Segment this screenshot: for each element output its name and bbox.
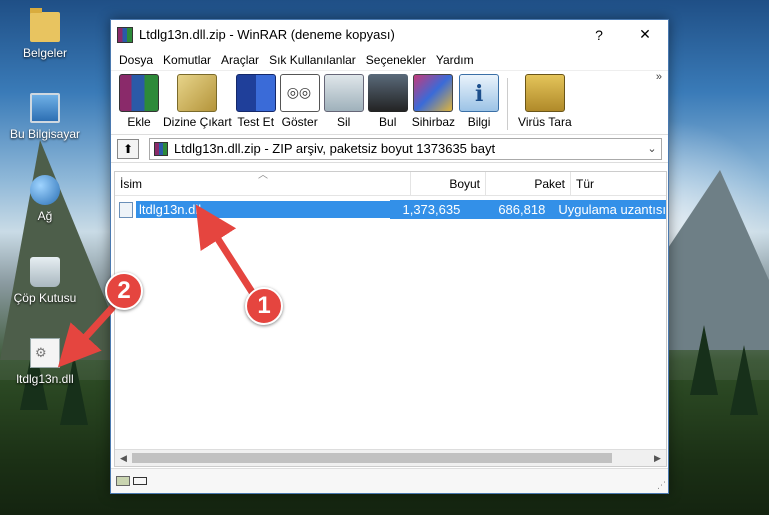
winrar-window: Ltdlg13n.dll.zip - WinRAR (deneme kopyas… <box>110 19 669 494</box>
virus-scan-icon <box>524 74 565 112</box>
view-button[interactable]: Göster <box>279 74 320 129</box>
desktop-icon-network[interactable]: Ağ <box>0 175 90 223</box>
info-button[interactable]: Bilgi <box>459 74 500 129</box>
folder-icon <box>30 8 60 42</box>
desktop-icon-label: Bu Bilgisayar <box>9 127 81 141</box>
menu-options[interactable]: Seçenekler <box>361 53 431 67</box>
extract-to-button[interactable]: Dizine Çıkart <box>163 74 232 129</box>
desktop-icon-recycle-bin[interactable]: Çöp Kutusu <box>0 257 90 305</box>
scroll-right-icon[interactable]: ▶ <box>649 453 666 464</box>
desktop-icon-label: ltdlg13n.dll <box>16 372 74 386</box>
toolbar-overflow-button[interactable]: » <box>656 71 662 83</box>
tool-label: Bul <box>379 115 397 129</box>
toolbar-separator <box>507 78 509 130</box>
archive-path-dropdown[interactable]: Ltdlg13n.dll.zip - ZIP arşiv, paketsiz b… <box>149 137 662 160</box>
find-icon <box>367 74 408 112</box>
wizard-button[interactable]: Sihirbaz <box>412 74 455 129</box>
desktop-icon-label: Çöp Kutusu <box>13 291 77 305</box>
desktop-icon-this-pc[interactable]: Bu Bilgisayar <box>0 93 90 141</box>
tool-label: Virüs Tara <box>518 115 572 129</box>
menu-file[interactable]: Dosya <box>114 53 158 67</box>
column-headers: ︿ İsim Boyut Paket Tür <box>115 170 666 196</box>
key-icon[interactable] <box>133 477 147 485</box>
delete-button[interactable]: Sil <box>323 74 364 129</box>
dll-file-icon <box>30 338 60 368</box>
tool-label: Bilgi <box>467 115 491 129</box>
tool-label: Sihirbaz <box>411 115 456 129</box>
add-archive-icon <box>119 74 159 112</box>
extract-to-icon <box>177 74 218 112</box>
desktop-icon-label: Ağ <box>37 209 53 223</box>
drive-icon[interactable] <box>116 476 130 486</box>
test-icon <box>235 74 276 112</box>
window-title: Ltdlg13n.dll.zip - WinRAR (deneme kopyas… <box>139 27 395 42</box>
column-header-size[interactable]: Boyut <box>411 172 486 195</box>
file-packed-size: 686,818 <box>498 202 546 217</box>
archive-icon <box>154 141 168 156</box>
menu-commands[interactable]: Komutlar <box>158 53 216 67</box>
help-button[interactable]: ? <box>576 20 622 49</box>
tool-label: Dizine Çıkart <box>163 115 232 129</box>
wizard-icon <box>413 74 454 112</box>
toolbar: Ekle Dizine Çıkart Test Et Göster Sil Bu… <box>111 71 668 135</box>
status-bar: ⋰ <box>111 468 668 493</box>
step-2-callout: 2 <box>105 272 143 310</box>
file-list: ︿ İsim Boyut Paket Tür ltdlg13n.dll 1,37… <box>114 170 667 467</box>
scroll-left-icon[interactable]: ◀ <box>115 453 132 464</box>
test-button[interactable]: Test Et <box>235 74 276 129</box>
column-header-type[interactable]: Tür <box>571 172 666 195</box>
scroll-thumb[interactable] <box>132 453 612 463</box>
desktop-icon-label: Belgeler <box>22 46 68 60</box>
file-type: Uygulama uzantısı <box>558 202 666 217</box>
recycle-bin-icon <box>30 257 60 287</box>
scroll-track[interactable] <box>132 450 649 466</box>
desktop-icon-documents[interactable]: Belgeler <box>0 8 90 60</box>
computer-icon <box>30 93 60 123</box>
virus-scan-button[interactable]: Virüs Tara <box>518 74 572 129</box>
up-folder-button[interactable]: ⬆ <box>117 138 139 159</box>
desktop-icon-dll-file[interactable]: ltdlg13n.dll <box>0 338 90 386</box>
tool-label: Test Et <box>237 115 275 129</box>
file-size: 1,373,635 <box>402 202 461 217</box>
info-icon <box>459 74 500 112</box>
archive-path-text: Ltdlg13n.dll.zip - ZIP arşiv, paketsiz b… <box>174 141 496 156</box>
dll-file-icon <box>119 201 133 218</box>
horizontal-scrollbar[interactable]: ◀ ▶ <box>115 449 666 466</box>
view-icon <box>279 74 320 112</box>
tool-label: Göster <box>281 115 318 129</box>
chevron-down-icon[interactable]: ⌄ <box>643 142 661 155</box>
network-icon <box>30 175 60 205</box>
step-1-callout: 1 <box>245 287 283 325</box>
path-bar: ⬆ Ltdlg13n.dll.zip - ZIP arşiv, paketsiz… <box>111 135 668 163</box>
file-name: ltdlg13n.dll <box>136 201 391 218</box>
close-button[interactable]: ✕ <box>622 20 668 49</box>
winrar-app-icon <box>117 26 133 43</box>
column-header-packed[interactable]: Paket <box>486 172 571 195</box>
file-row-selected[interactable]: ltdlg13n.dll 1,373,635 686,818 Uygulama … <box>115 200 666 219</box>
menu-help[interactable]: Yardım <box>431 53 479 67</box>
add-button[interactable]: Ekle <box>119 74 159 129</box>
menu-tools[interactable]: Araçlar <box>216 53 264 67</box>
sort-caret-icon: ︿ <box>258 170 268 181</box>
tool-label: Ekle <box>127 115 151 129</box>
delete-icon <box>323 74 364 112</box>
resize-grip-icon[interactable]: ⋰ <box>657 480 666 491</box>
find-button[interactable]: Bul <box>367 74 408 129</box>
menu-favorites[interactable]: Sık Kullanılanlar <box>264 53 361 67</box>
title-bar[interactable]: Ltdlg13n.dll.zip - WinRAR (deneme kopyas… <box>111 20 668 49</box>
menu-bar: Dosya Komutlar Araçlar Sık Kullanılanlar… <box>111 49 668 71</box>
tool-label: Sil <box>337 115 351 129</box>
